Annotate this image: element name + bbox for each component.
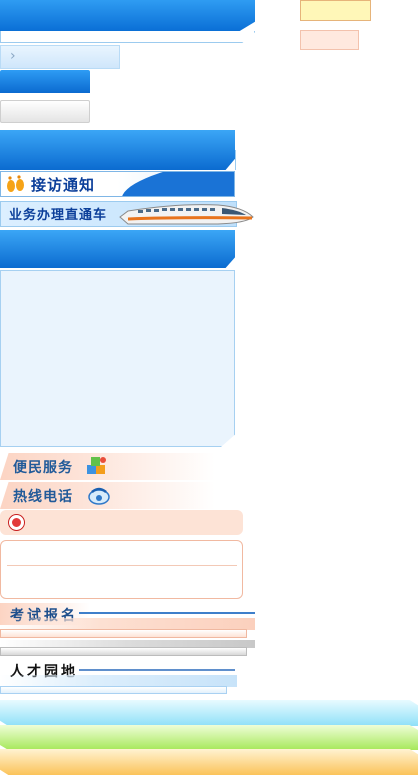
section-header-bar [0,130,235,170]
talent-header-line [79,669,235,671]
top-header-tab [0,0,255,31]
hotline-label: 热线电话 [13,489,73,505]
top-right-yellow-button[interactable] [300,0,371,21]
grey-tab-button[interactable] [0,100,90,123]
business-express-banner[interactable]: 业务办理直通车 [0,199,255,227]
puzzle-icon [84,453,110,479]
cyan-strip[interactable] [0,700,418,726]
convenience-services-row[interactable]: 便民服务 [0,453,215,480]
content-panel [0,270,235,447]
content-header-bar [0,230,235,268]
top-right-peach-button[interactable] [300,30,359,50]
business-express-label: 业务办理直通车 [9,208,108,223]
interview-notice-banner[interactable]: 接访通知 [0,171,235,197]
chevron-right-icon: › [10,48,16,64]
talent-bar [0,686,227,694]
exam-bar-grey [0,647,247,656]
orange-strip[interactable] [0,749,418,775]
exam-bar-peach [0,629,247,638]
green-strip[interactable] [0,725,418,750]
phone-icon [87,484,111,508]
footsteps-icon [5,174,27,194]
banner-swoosh [118,172,234,196]
convenience-services-label: 便民服务 [13,460,73,476]
breadcrumb-tab[interactable]: › [0,45,120,69]
hotline-panel-header [0,510,243,535]
divider [7,565,237,566]
record-icon[interactable] [9,515,24,530]
top-header-underline [0,31,255,43]
section-header-edge [222,150,236,170]
blue-tab-button[interactable] [0,70,90,93]
interview-notice-label: 接访通知 [31,176,96,194]
hotline-row[interactable]: 热线电话 [0,482,215,509]
exam-header-line [79,612,255,614]
high-speed-train-icon [118,199,255,227]
hotline-panel-body [0,540,243,599]
